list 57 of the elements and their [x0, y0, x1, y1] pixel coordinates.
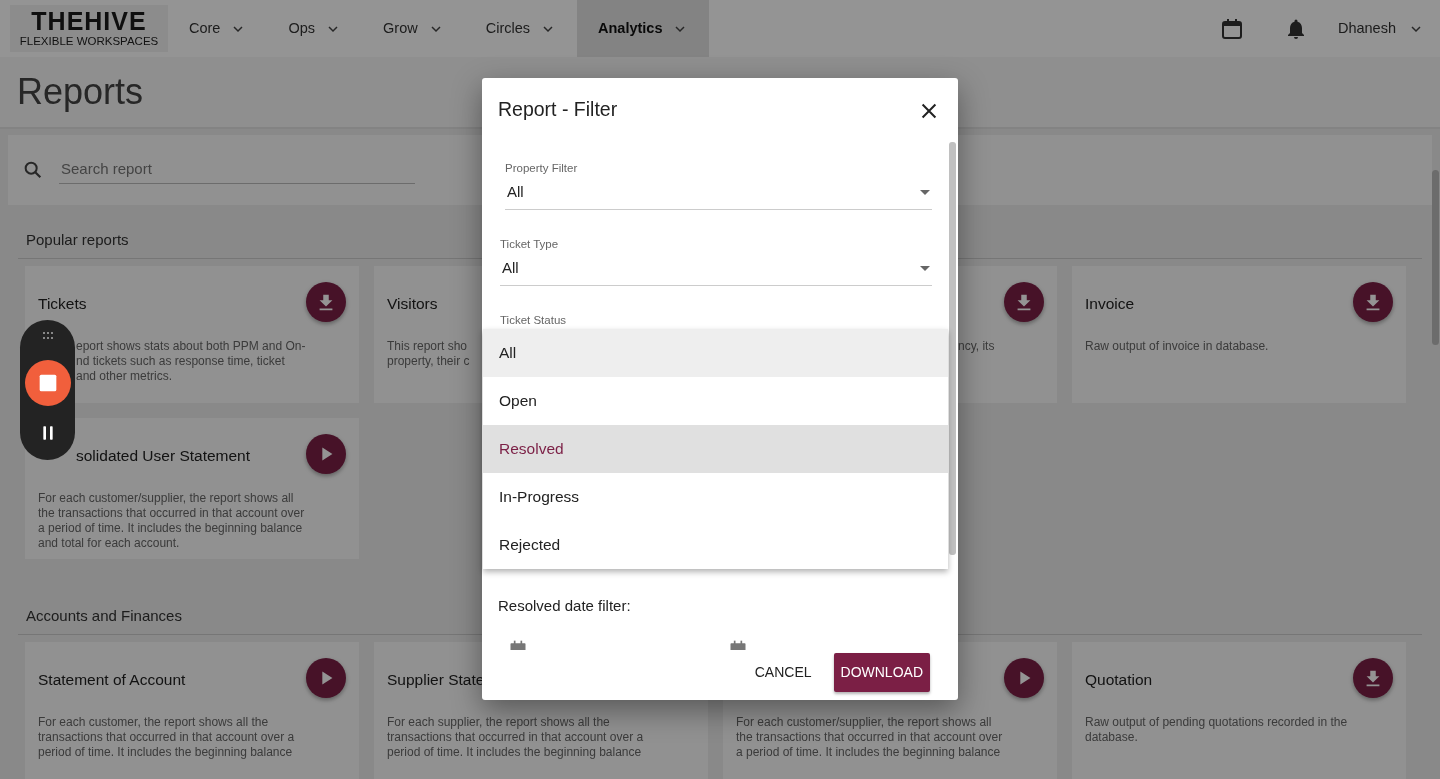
- report-title: Statement of Account: [38, 669, 186, 690]
- field-label: Ticket Type: [500, 236, 560, 252]
- report-title: Supplier State: [387, 669, 485, 690]
- cancel-button[interactable]: CANCEL: [744, 654, 822, 691]
- report-description: For each customer, the report shows all the transactions that occurred in that account over a period of time. It includes the beginning balance: [38, 714, 295, 761]
- play-button[interactable]: [306, 433, 346, 474]
- report-description: Raw output of invoice in database.: [1085, 338, 1269, 354]
- download-button[interactable]: [1353, 281, 1393, 322]
- user-menu[interactable]: Dhanesh: [1337, 17, 1424, 40]
- stop-icon: [37, 373, 58, 393]
- report-title: Tickets: [38, 293, 87, 314]
- scrollbar-thumb[interactable]: [949, 142, 956, 555]
- report-description: For each customer/supplier, the report shows all the transactions that occurred in that account over a period of time. It includes the beginning balance and total for each account.: [38, 490, 305, 552]
- menu-option[interactable]: Open: [483, 377, 948, 425]
- report-title: Visitors: [387, 293, 438, 314]
- download-button[interactable]: [306, 281, 346, 322]
- section-title: Accounts and Finances: [26, 606, 182, 627]
- menu-option[interactable]: Rejected: [483, 521, 948, 569]
- search-icon: [22, 159, 44, 181]
- calendar-icon[interactable]: [1219, 16, 1244, 41]
- report-description: eport shows stats about both PPM and On- nd tickets such as response time, ticket and other metrics.: [76, 338, 306, 385]
- section-title: Popular reports: [26, 230, 129, 250]
- menu-option[interactable]: Resolved: [483, 425, 948, 473]
- download-button[interactable]: DOWNLOAD: [833, 653, 930, 692]
- dropdown-caret-icon: [920, 190, 930, 195]
- search-field[interactable]: Search report: [59, 156, 415, 184]
- download-button[interactable]: [1004, 281, 1044, 322]
- report-description: This report sho property, their c: [387, 338, 470, 369]
- dialog-title: Report - Filter: [498, 98, 618, 122]
- report-title: Invoice: [1085, 293, 1135, 314]
- stop-button[interactable]: [24, 360, 71, 406]
- scrollbar-thumb[interactable]: [1432, 170, 1439, 345]
- report-description: For each customer/supplier, the report shows all the transactions that occurred in that account over a period of time. It includes the beginning balance: [736, 714, 1003, 761]
- nav-menu[interactable]: Core: [168, 0, 268, 57]
- logo-title: THEHIVE: [31, 9, 147, 35]
- nav-menu[interactable]: Analytics: [577, 0, 710, 57]
- field-label: Ticket Status: [500, 312, 568, 328]
- report-description: Raw output of pending quotations recorded in the database.: [1085, 714, 1348, 746]
- select-field[interactable]: All: [500, 253, 932, 286]
- report-title: solidated User Statement: [76, 445, 251, 466]
- menu-option[interactable]: All: [483, 329, 948, 377]
- report-description: For each supplier, the report shows all the transactions that occurred in that account over a period of time. It includes the beginning balance: [387, 714, 644, 761]
- report-title: Quotation: [1085, 669, 1153, 690]
- nav-menu[interactable]: Circles: [464, 0, 577, 57]
- play-button[interactable]: [1004, 657, 1044, 698]
- page-title: Reports: [17, 70, 144, 114]
- nav-menu[interactable]: Ops: [267, 0, 363, 57]
- select-field[interactable]: All: [505, 177, 932, 210]
- date-filter-label: Resolved date filter:: [498, 596, 631, 616]
- dropdown-caret-icon: [920, 265, 930, 271]
- menu-option[interactable]: In-Progress: [483, 473, 948, 521]
- download-button[interactable]: [1353, 657, 1393, 698]
- nav-menu[interactable]: Grow: [362, 0, 465, 57]
- report-description: ncy, its: [958, 338, 995, 354]
- play-button[interactable]: [306, 657, 346, 698]
- logo-subtitle: FLEXIBLE WORKSPACES: [19, 36, 159, 48]
- field-label: Property Filter: [505, 161, 579, 176]
